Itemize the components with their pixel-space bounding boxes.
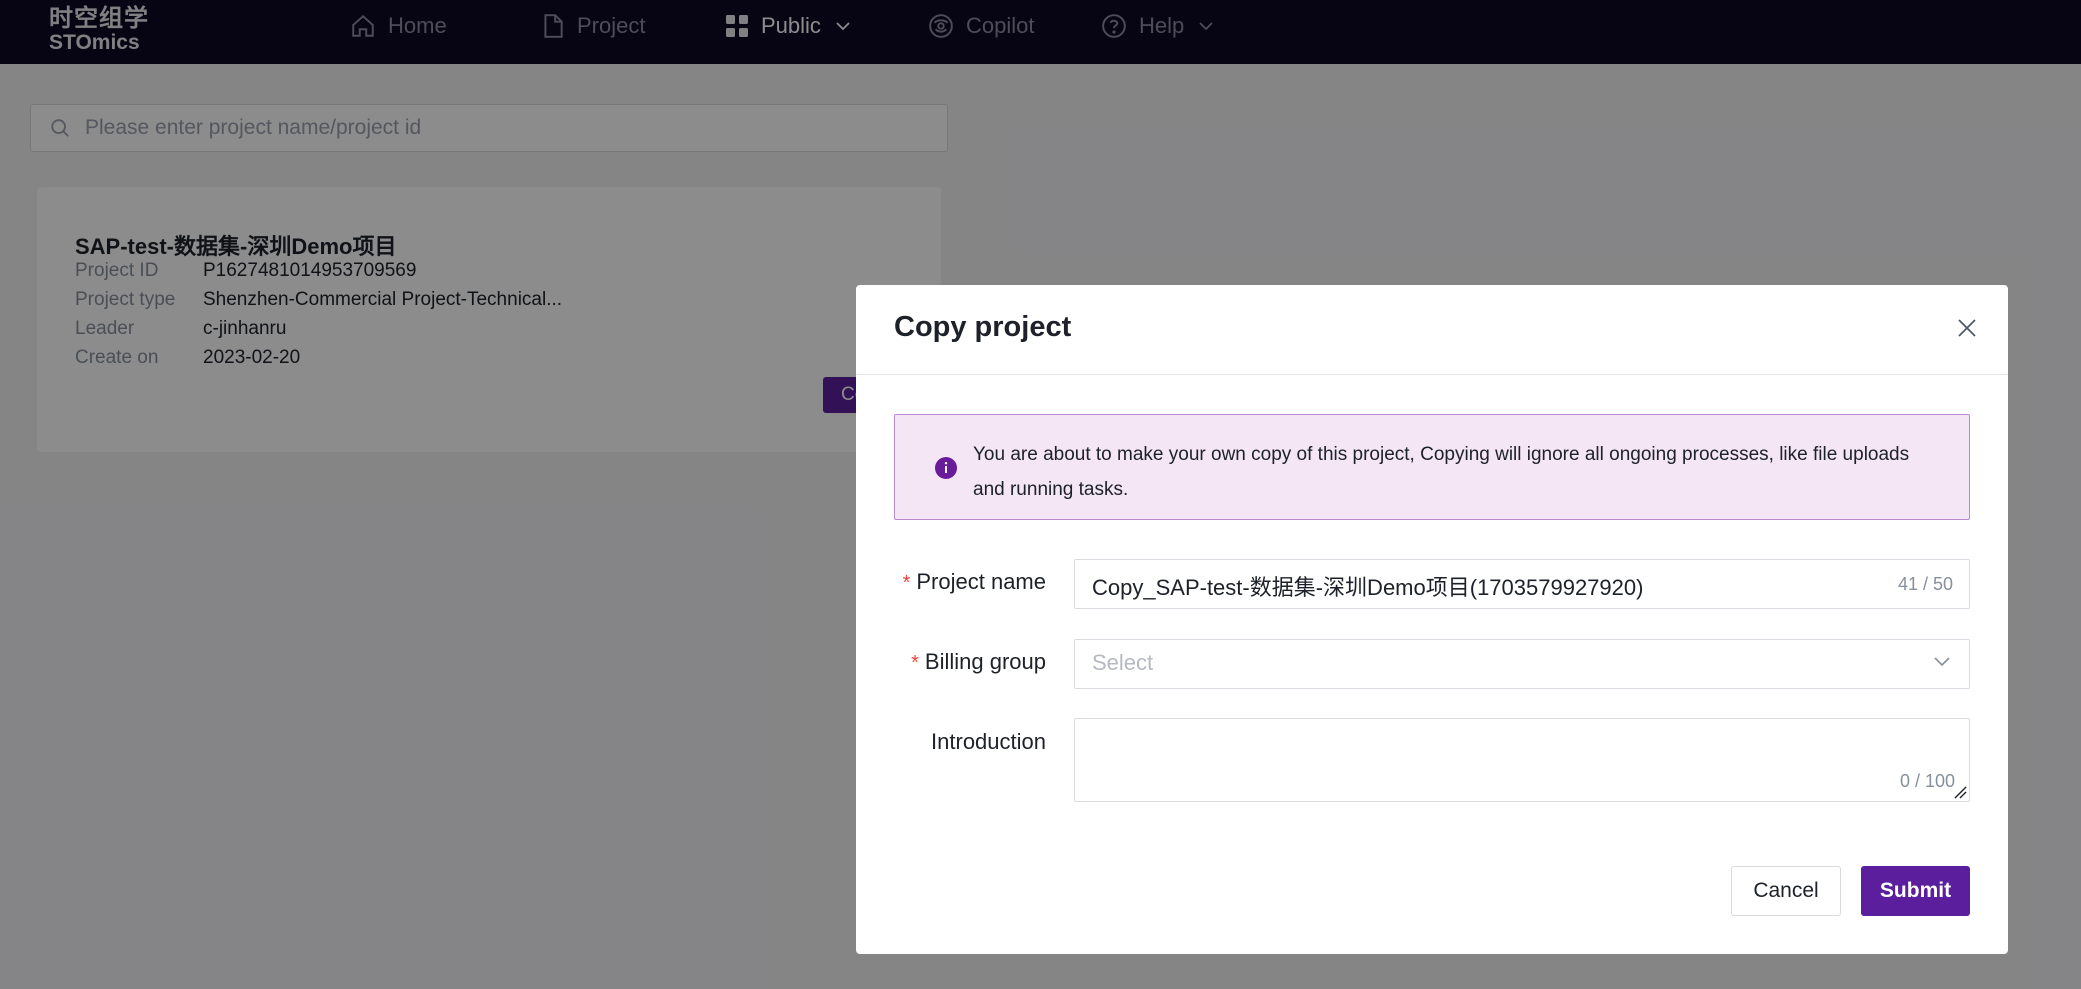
introduction-counter: 0 / 100	[1899, 771, 1955, 791]
modal-header: Copy project	[856, 285, 2008, 375]
billing-group-label: * Billing group	[911, 649, 1046, 675]
chevron-down-icon	[1934, 657, 1950, 667]
project-name-counter: 41 / 50	[1897, 574, 1953, 594]
close-button[interactable]	[1954, 315, 1980, 341]
billing-group-select[interactable]: Select	[1074, 639, 1970, 689]
required-mark: *	[902, 572, 911, 594]
resize-handle-icon[interactable]	[1953, 785, 1967, 799]
billing-group-placeholder: Select	[1092, 650, 1154, 675]
modal-title: Copy project	[894, 311, 1072, 343]
project-name-input[interactable]: Copy_SAP-test-数据集-深圳Demo项目(1703579927920…	[1074, 559, 1970, 609]
submit-button[interactable]: Submit	[1861, 866, 1970, 916]
introduction-textarea[interactable]: 0 / 100	[1074, 718, 1970, 802]
close-icon	[1958, 319, 1976, 337]
project-name-value: Copy_SAP-test-数据集-深圳Demo项目(1703579927920…	[1092, 575, 1644, 600]
introduction-label-text: Introduction	[931, 729, 1046, 754]
cancel-button[interactable]: Cancel	[1731, 866, 1841, 916]
copy-project-modal: Copy project You are about to make your …	[856, 285, 2008, 954]
info-icon	[935, 457, 957, 479]
billing-group-label-text: Billing group	[924, 649, 1046, 674]
project-name-label: * Project name	[903, 569, 1046, 595]
introduction-label: Introduction	[931, 729, 1046, 755]
project-name-label-text: Project name	[916, 569, 1046, 594]
info-alert: You are about to make your own copy of t…	[894, 414, 1970, 520]
alert-text: You are about to make your own copy of t…	[973, 444, 1910, 500]
required-mark: *	[911, 652, 919, 674]
